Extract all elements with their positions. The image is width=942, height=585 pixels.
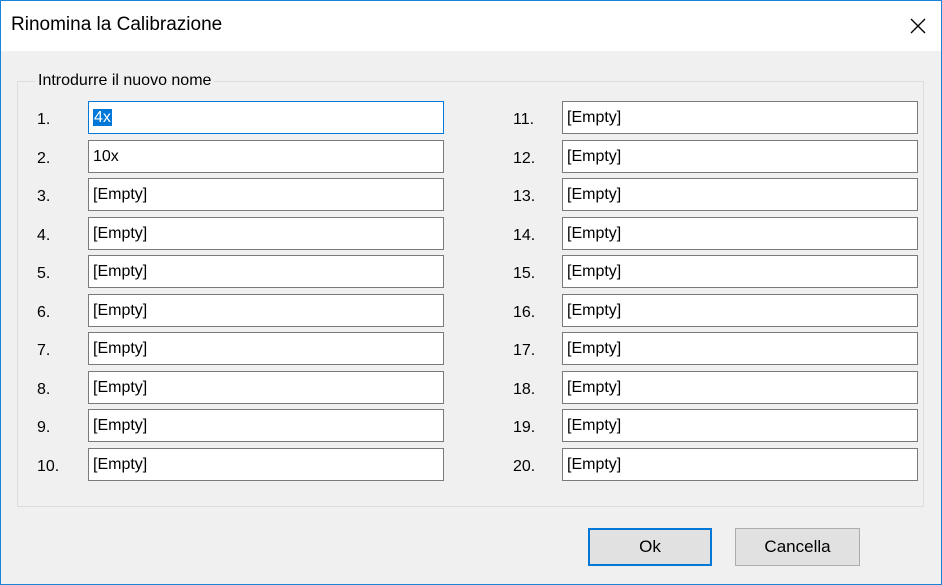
calibration-name-input[interactable]: [Empty] — [88, 332, 444, 365]
row-number-label: 17. — [513, 342, 536, 359]
row-number-label: 4. — [37, 226, 51, 244]
calibration-name-input[interactable]: [Empty] — [562, 370, 918, 404]
calibration-name-input[interactable]: [Empty] — [88, 216, 444, 250]
row-number-label: 13. — [513, 188, 536, 205]
group-label: Introdurre il nuovo nome — [35, 72, 215, 90]
row-number-label: 10. — [37, 457, 60, 475]
title-bar: Rinomina la Calibrazione — [1, 1, 941, 51]
dialog-title: Rinomina la Calibrazione — [11, 14, 223, 35]
row-number-label: 15. — [513, 265, 536, 282]
calibration-name-input[interactable]: [Empty] — [88, 370, 444, 404]
row-number-label: 5. — [37, 265, 51, 282]
calibration-name-input[interactable]: [Empty] — [562, 447, 918, 481]
calibration-name-input[interactable]: [Empty] — [562, 255, 918, 288]
calibration-name-input[interactable]: [Empty] — [562, 216, 918, 250]
row-number-label: 1. — [37, 111, 51, 128]
calibration-name-input[interactable]: [Empty] — [562, 101, 918, 134]
close-button[interactable] — [895, 1, 941, 51]
calibration-name-input[interactable]: [Empty] — [562, 293, 918, 327]
row-number-label: 14. — [513, 226, 536, 244]
calibration-name-input[interactable]: [Empty] — [562, 178, 918, 211]
row-number-label: 6. — [37, 303, 51, 321]
ok-button[interactable]: Ok — [588, 528, 712, 566]
close-icon — [910, 18, 926, 34]
row-number-label: 12. — [513, 149, 536, 167]
calibration-name-input[interactable]: [Empty] — [88, 293, 444, 327]
row-number-label: 8. — [37, 380, 51, 398]
row-number-label: 18. — [513, 380, 536, 398]
row-number-label: 16. — [513, 303, 536, 321]
calibration-name-input[interactable]: 4x — [88, 101, 444, 134]
row-number-label: 20. — [513, 457, 536, 475]
calibration-name-input[interactable]: [Empty] — [88, 409, 444, 442]
row-number-label: 9. — [37, 419, 51, 436]
calibration-name-input[interactable]: [Empty] — [562, 139, 918, 173]
calibration-name-input[interactable]: 10x — [88, 139, 444, 173]
row-number-label: 19. — [513, 419, 536, 436]
calibration-name-input[interactable]: [Empty] — [88, 255, 444, 288]
calibration-name-input[interactable]: [Empty] — [562, 332, 918, 365]
row-number-label: 7. — [37, 342, 51, 359]
selected-text: 4x — [93, 109, 112, 126]
row-number-label: 3. — [37, 188, 51, 205]
calibration-name-input[interactable]: [Empty] — [562, 409, 918, 442]
calibration-name-input[interactable]: [Empty] — [88, 178, 444, 211]
cancel-button[interactable]: Cancella — [735, 528, 860, 566]
row-number-label: 2. — [37, 149, 51, 167]
row-number-label: 11. — [513, 111, 535, 128]
calibration-name-input[interactable]: [Empty] — [88, 447, 444, 481]
rename-calibration-dialog: Rinomina la Calibrazione Introdurre il n… — [0, 0, 942, 585]
